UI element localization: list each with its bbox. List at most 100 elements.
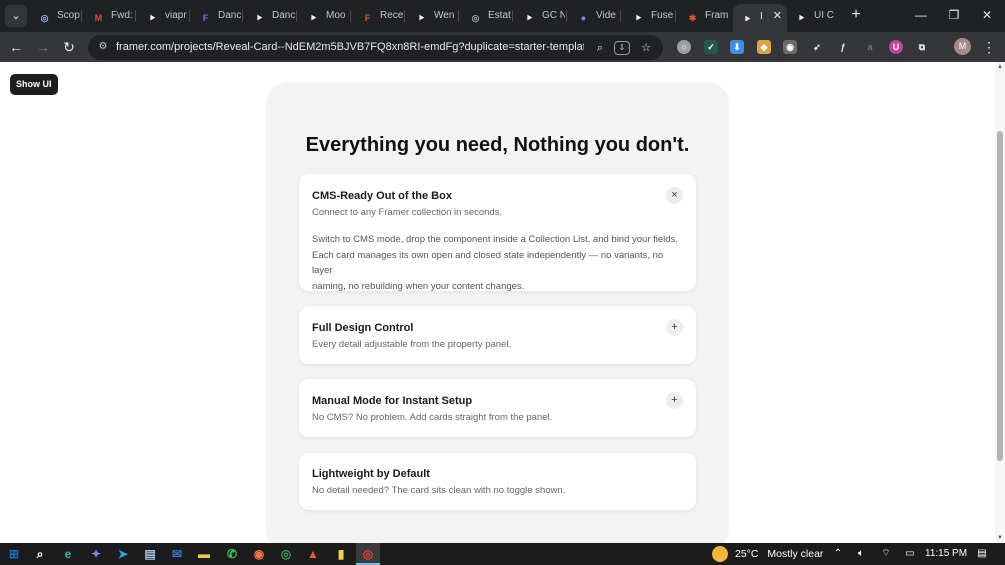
browser-toolbar: ← → ↻ ⚙ framer.com/projects/Reveal-Card-… xyxy=(0,32,1005,62)
reload-icon[interactable]: ↻ xyxy=(58,36,80,58)
feature-card-lightweight: Lightweight by Default No detail needed?… xyxy=(299,453,696,510)
browser-tab[interactable]: ⯈ I ✕ xyxy=(733,4,787,32)
card-title: Manual Mode for Instant Setup xyxy=(312,395,473,407)
scroll-down-arrow-icon[interactable]: ▼ xyxy=(997,535,1003,541)
framer-icon: ⯈ xyxy=(148,13,157,23)
feature-panel: Everything you need, Nothing you don't. … xyxy=(266,82,729,543)
tab-separator xyxy=(350,10,351,22)
browser-tab[interactable]: ⯈ GC N xyxy=(515,4,565,28)
framer-icon: ⯈ xyxy=(797,13,806,23)
framer-icon: ⯈ xyxy=(743,14,752,24)
feature-card-cms[interactable]: CMS-Ready Out of the Box Connect to any … xyxy=(299,174,696,292)
minimize-button[interactable]: — xyxy=(906,4,936,26)
close-window-button[interactable]: ✕ xyxy=(972,4,1002,26)
search-icon[interactable]: ⌕ xyxy=(32,546,48,562)
sticky-notes-icon[interactable]: ▮ xyxy=(333,546,349,562)
site-info-icon[interactable]: ⚙ xyxy=(96,40,110,54)
wifi-icon[interactable]: ⌔ xyxy=(878,543,894,565)
file-explorer-icon[interactable]: ▬ xyxy=(196,546,212,562)
browser-tab[interactable]: ◎ Estat xyxy=(461,4,511,28)
scroll-up-arrow-icon[interactable]: ▲ xyxy=(997,64,1003,70)
volume-icon[interactable]: 🔈︎ xyxy=(853,543,869,565)
tab-label: Moo xyxy=(326,10,346,21)
feature-card-manual[interactable]: Manual Mode for Instant Setup No CMS? No… xyxy=(299,379,696,437)
framer-icon: ⯈ xyxy=(417,13,426,23)
tab-label: Vide xyxy=(596,10,616,21)
browser-tab[interactable]: ⯈ Moo xyxy=(299,4,349,28)
tab-label: Scop xyxy=(57,10,80,21)
browser-tab[interactable]: ⯈ viapr xyxy=(138,4,188,28)
menu-dots-icon[interactable]: ⋮ xyxy=(978,36,1000,58)
close-icon[interactable]: × xyxy=(666,187,683,204)
browser-tab[interactable]: ⯈ Wen xyxy=(407,4,457,28)
browser-tab[interactable]: ● Vide xyxy=(569,4,619,28)
notification-icon[interactable]: ▤ xyxy=(974,543,990,565)
edge-icon[interactable]: e xyxy=(60,546,76,562)
whatsapp-icon[interactable]: ✆ xyxy=(224,546,240,562)
tab-label: viapr xyxy=(165,10,187,21)
card-body-line: naming, no rebuilding when your content … xyxy=(312,280,525,292)
forward-arrow-icon[interactable]: → xyxy=(32,36,54,58)
feature-card-design[interactable]: Full Design Control Every detail adjusta… xyxy=(299,306,696,364)
address-bar[interactable]: ⚙ framer.com/projects/Reveal-Card--NdEM2… xyxy=(88,35,663,60)
browser-tab[interactable]: ◎ Scop xyxy=(30,4,80,28)
framer-icon: ⯈ xyxy=(634,13,643,23)
weather-moon-icon[interactable] xyxy=(712,546,728,562)
download-icon[interactable]: ⬇ xyxy=(730,40,744,54)
scroll-thumb[interactable] xyxy=(997,131,1003,461)
tab-separator xyxy=(189,10,190,22)
figma-icon: F xyxy=(364,13,371,23)
show-ui-button[interactable]: Show UI xyxy=(10,74,58,95)
browser-tab[interactable]: F Rece xyxy=(353,4,403,28)
install-app-icon[interactable]: ⇩ xyxy=(614,41,630,55)
firefox-icon[interactable]: ◉ xyxy=(251,546,267,562)
browser-tab[interactable]: ✱ Fram xyxy=(678,4,728,28)
cursor-icon[interactable]: ➹ xyxy=(810,40,824,54)
camera-icon[interactable]: ◉ xyxy=(783,40,797,54)
new-tab-button[interactable]: + xyxy=(846,4,866,26)
notepad-icon[interactable]: ▤ xyxy=(142,546,158,562)
chrome-active-icon[interactable]: ◎ xyxy=(360,546,376,562)
extension-dim-icon[interactable]: a xyxy=(863,40,877,54)
extension-check-icon[interactable]: ✓ xyxy=(704,40,718,54)
browser-tab[interactable]: ⯈ Danc xyxy=(245,4,295,28)
browser-tab[interactable]: F Danc xyxy=(191,4,241,28)
battery-icon[interactable]: ▭ xyxy=(902,543,918,565)
browser-tab[interactable]: ⯈ Fuse xyxy=(624,4,674,28)
back-arrow-icon[interactable]: ← xyxy=(5,36,27,58)
chrome-icon[interactable]: ◎ xyxy=(278,546,294,562)
restore-button[interactable]: ❐ xyxy=(939,4,969,26)
font-icon[interactable]: ƒ xyxy=(836,40,850,54)
system-clock[interactable]: 11:15 PM xyxy=(925,543,967,565)
extension-ring-icon[interactable]: ○ xyxy=(677,40,691,54)
extension-u-icon[interactable]: U xyxy=(889,40,903,54)
url-text[interactable]: framer.com/projects/Reveal-Card--NdEM2m5… xyxy=(116,35,584,60)
browser-tab-strip: ⌄ ◎ Scop M Fwd: ⯈ viapr F Danc ⯈ Danc ⯈ Moo F Rece ⯈ We… xyxy=(0,0,1005,32)
card-title: CMS-Ready Out of the Box xyxy=(312,190,452,202)
tab-search-chevron-icon[interactable]: ⌄ xyxy=(5,5,27,27)
card-subtitle: Connect to any Framer collection in seco… xyxy=(312,207,503,218)
tab-label: Fwd: xyxy=(111,10,133,21)
weather-temp: 25°C xyxy=(735,548,759,560)
mail-icon[interactable]: ✉ xyxy=(169,546,185,562)
zoom-icon[interactable]: ⌕ xyxy=(591,39,609,57)
extensions-puzzle-icon[interactable]: ⧉ xyxy=(915,40,929,54)
plus-icon[interactable]: + xyxy=(666,319,683,336)
profile-avatar[interactable]: M xyxy=(954,38,971,55)
tab-close-icon[interactable]: ✕ xyxy=(773,4,782,28)
globe-icon: ◎ xyxy=(471,13,480,23)
extension-color-icon[interactable]: ◆ xyxy=(757,40,771,54)
copilot-icon[interactable]: ✦ xyxy=(88,546,104,562)
browser-tab[interactable]: ⯈ UI C xyxy=(787,4,843,28)
browser-tab[interactable]: M Fwd: xyxy=(84,4,134,28)
plus-icon[interactable]: + xyxy=(666,392,683,409)
weather-desc: Mostly clear xyxy=(767,548,824,560)
page-scrollbar[interactable]: ▲ ▼ xyxy=(995,62,1005,543)
bookmark-star-icon[interactable]: ☆ xyxy=(637,39,655,57)
telegram-icon[interactable]: ➤ xyxy=(115,546,131,562)
weather-widget[interactable]: 25°C Mostly clear xyxy=(735,543,823,565)
tray-chevron-up-icon[interactable]: ⌃ xyxy=(832,543,844,565)
tab-separator xyxy=(81,10,82,22)
windows-start-icon[interactable]: ⊞ xyxy=(6,546,22,562)
brave-icon[interactable]: ▲ xyxy=(305,546,321,562)
